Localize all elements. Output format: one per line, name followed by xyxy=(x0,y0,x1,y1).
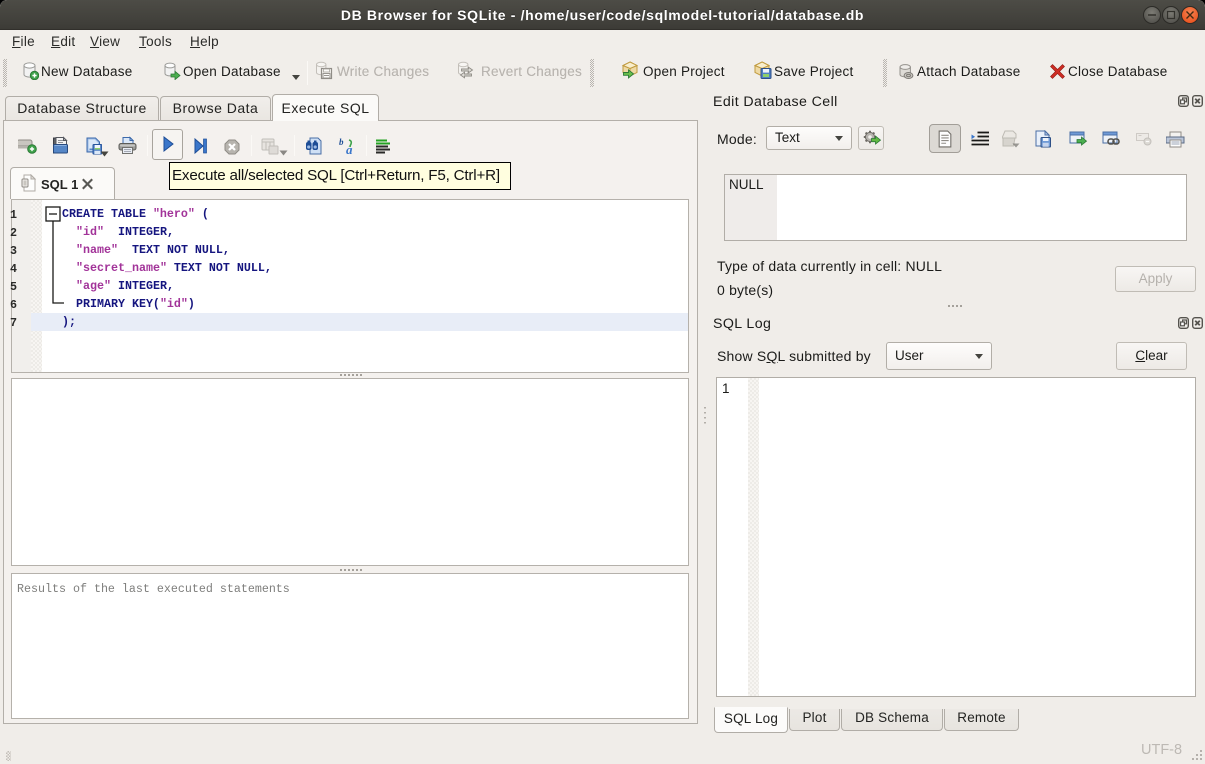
svg-text:b: b xyxy=(339,137,344,147)
svg-text:a: a xyxy=(346,142,353,155)
